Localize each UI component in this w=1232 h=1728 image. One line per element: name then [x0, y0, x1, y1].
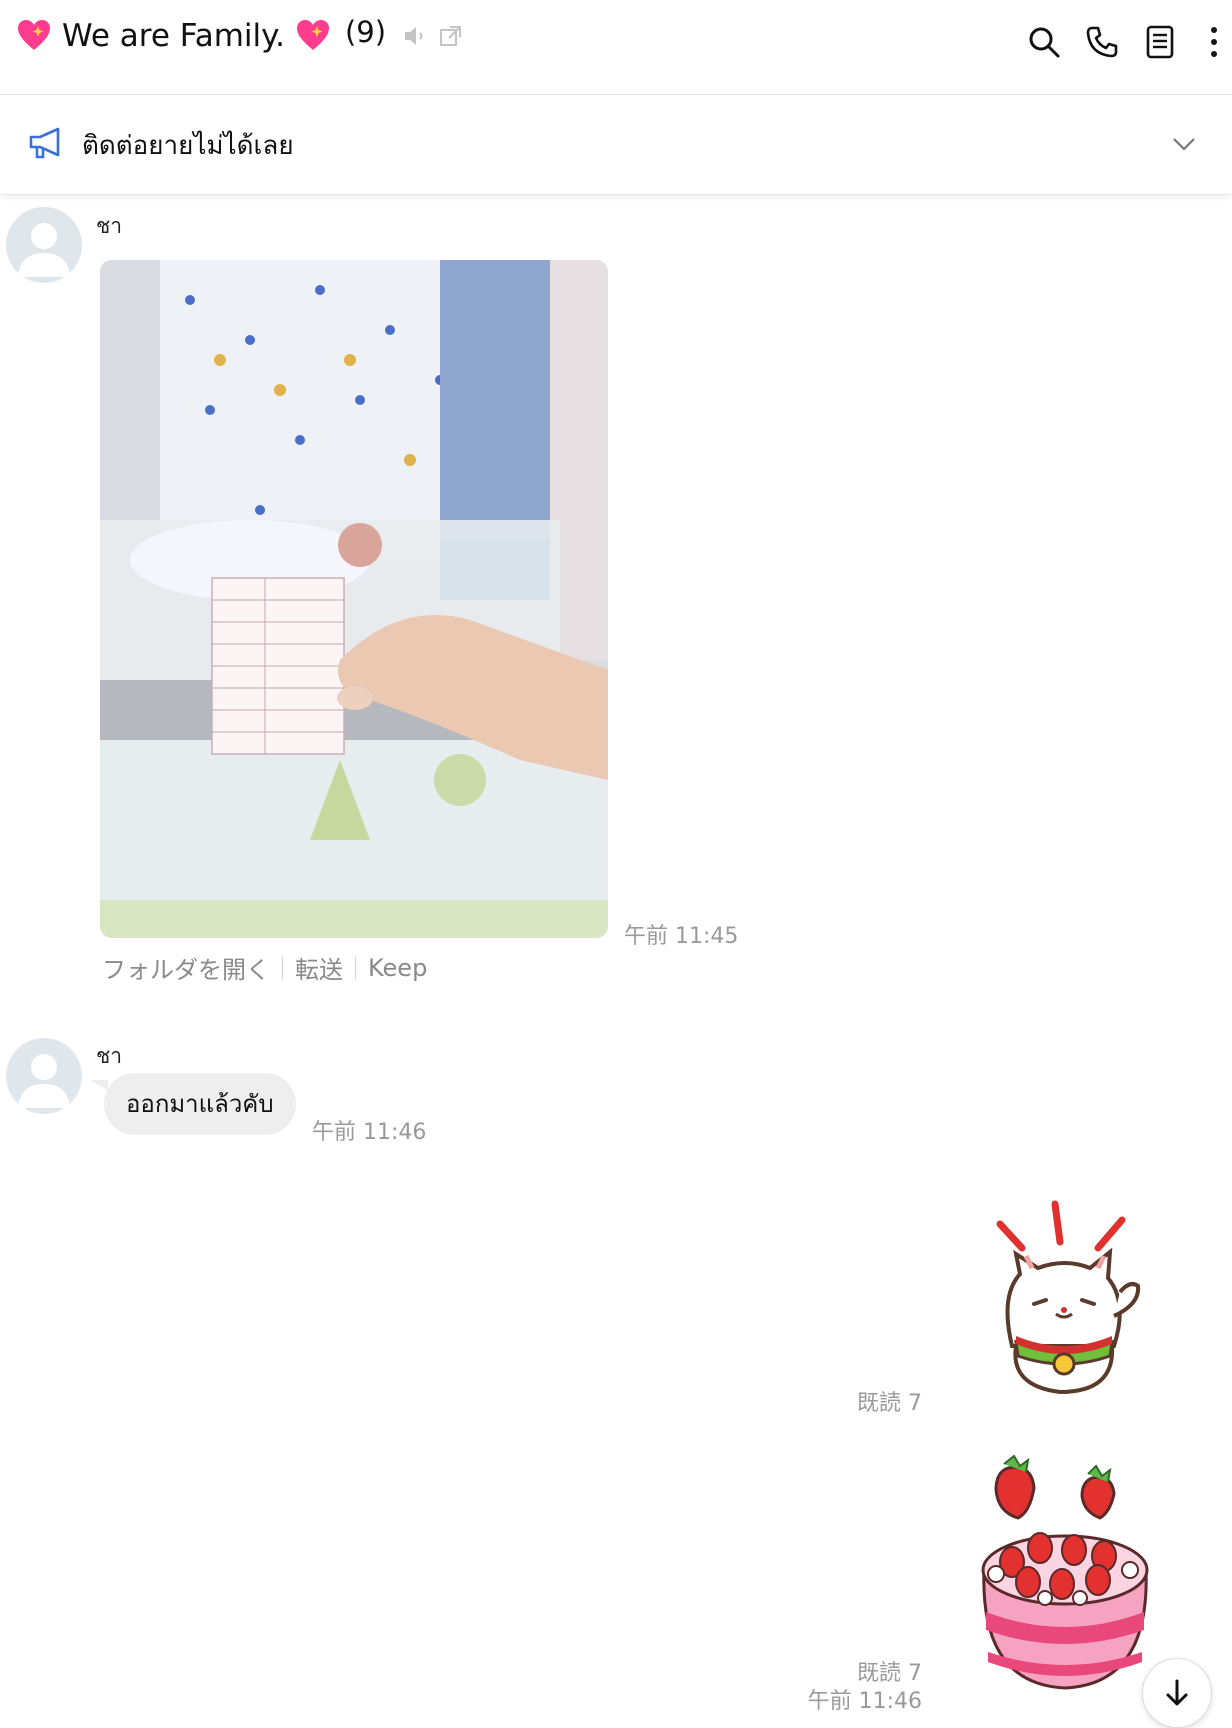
megaphone-icon [29, 127, 60, 159]
message-time: 午前 11:46 [807, 1689, 922, 1714]
keep-link[interactable]: Keep [368, 954, 427, 982]
chat-header: We are Family. (9) [0, 0, 1232, 95]
bubble-tail [90, 1080, 108, 1090]
divider [282, 956, 283, 979]
chat-title: We are Family. [62, 18, 285, 54]
forward-link[interactable]: 転送 [295, 950, 343, 985]
default-avatar-icon [18, 223, 70, 277]
heart-sparkle-icon [296, 20, 329, 50]
newborn-photo-illustration [100, 260, 608, 938]
chat-title-group[interactable]: We are Family. (9) [16, 15, 464, 54]
speaker-muted-icon[interactable] [402, 23, 428, 49]
message-time: 午前 11:45 [624, 924, 739, 949]
search-icon[interactable] [1026, 24, 1062, 60]
sender-name: ชา [96, 1044, 123, 1068]
arrow-down-icon [1166, 1679, 1188, 1706]
phone-icon[interactable] [1084, 24, 1120, 60]
scroll-to-bottom-button[interactable] [1142, 1658, 1212, 1728]
shared-photo[interactable] [100, 260, 608, 938]
divider [355, 956, 356, 979]
more-icon[interactable] [1196, 24, 1232, 60]
announcement-bar[interactable]: ติดต่อยายไม่ได้เลย [0, 95, 1232, 195]
sender-name: ชา [96, 214, 123, 238]
avatar[interactable] [6, 207, 82, 283]
member-count: (9) [344, 15, 387, 49]
message-time: 午前 11:46 [312, 1120, 427, 1145]
read-receipt: 既読 7 [857, 1391, 922, 1416]
avatar[interactable] [6, 1038, 82, 1114]
message-bubble[interactable]: ออกมาแล้วคับ [104, 1073, 296, 1135]
open-folder-link[interactable]: フォルダを開く [102, 950, 270, 985]
lucky-cat-sticker[interactable] [980, 1196, 1150, 1406]
image-actions: フォルダを開く 転送 Keep [102, 950, 427, 985]
strawberry-cake-sticker[interactable] [970, 1452, 1160, 1692]
default-avatar-icon [18, 1054, 70, 1108]
announcement-text: ติดต่อยายไม่ได้เลย [82, 131, 294, 161]
heart-sparkle-icon [18, 20, 50, 50]
external-window-icon[interactable] [438, 23, 464, 49]
notes-icon[interactable] [1142, 24, 1178, 60]
chevron-down-icon[interactable] [1170, 133, 1198, 155]
